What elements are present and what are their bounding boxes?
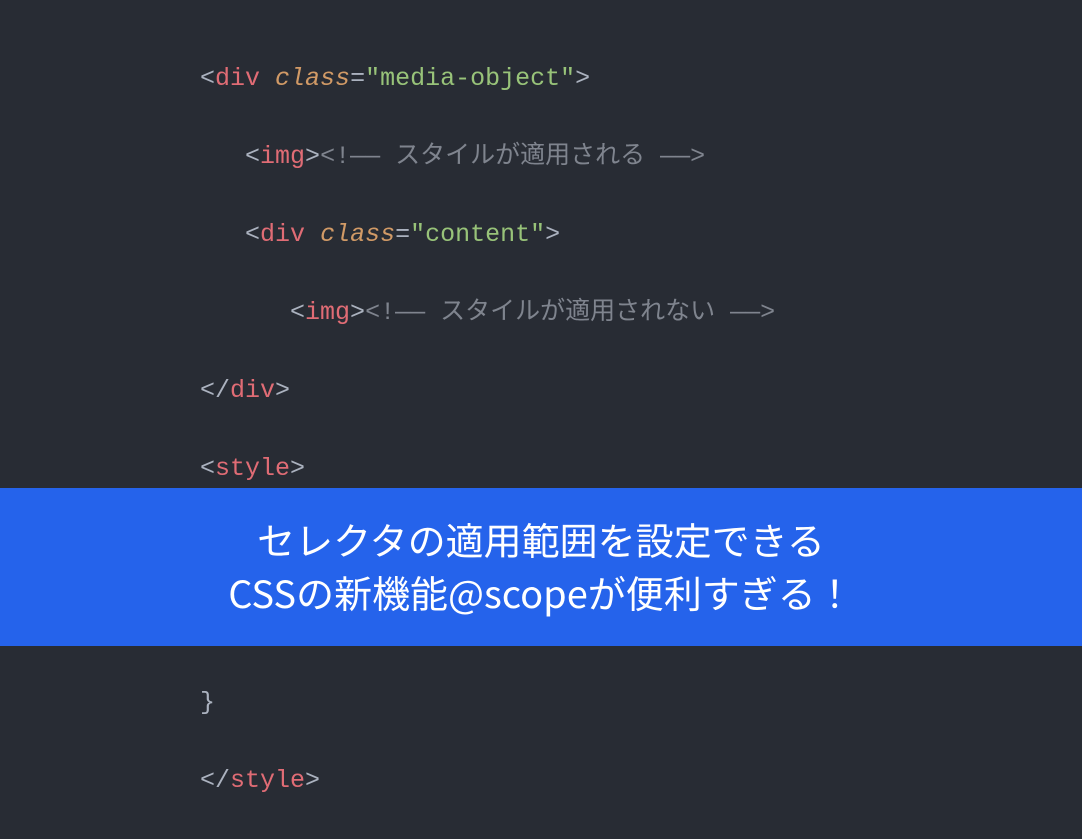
string-value: content (425, 220, 530, 249)
tag-div: div (215, 64, 260, 93)
closing-brace: } (200, 688, 215, 717)
indent (200, 220, 245, 249)
string-quote: " (410, 220, 425, 249)
attr-class: class (275, 64, 350, 93)
bracket-close: > (575, 64, 590, 93)
banner-line-2: CSSの新機能@scopeが便利すぎる！ (20, 565, 1062, 618)
bracket-close: > (305, 142, 320, 171)
bracket-open: </ (200, 766, 230, 795)
bracket-close: > (305, 766, 320, 795)
bracket-open: < (200, 454, 215, 483)
indent (200, 142, 245, 171)
bracket-close: > (350, 298, 365, 327)
bracket-open: < (290, 298, 305, 327)
banner-line-1: セレクタの適用範囲を設定できる (20, 512, 1062, 565)
code-block: <div class="media-object"> <img><!—— スタイ… (0, 0, 1082, 839)
equals: = (350, 64, 365, 93)
comment: <!—— スタイルが適用される ——> (320, 142, 705, 171)
string-quote: " (530, 220, 545, 249)
code-line-1: <div class="media-object"> (200, 59, 1082, 98)
code-line-4: <img><!—— スタイルが適用されない ——> (200, 293, 1082, 332)
string-value: media-object (380, 64, 560, 93)
comment: <!—— スタイルが適用されない ——> (365, 298, 775, 327)
tag-img: img (260, 142, 305, 171)
bracket-open: < (245, 142, 260, 171)
equals: = (395, 220, 410, 249)
tag-img: img (305, 298, 350, 327)
tag-div: div (260, 220, 305, 249)
bracket-close: > (290, 454, 305, 483)
code-line-3: <div class="content"> (200, 215, 1082, 254)
tag-style: style (215, 454, 290, 483)
bracket-open: < (200, 64, 215, 93)
bracket-close: > (275, 376, 290, 405)
code-line-2: <img><!—— スタイルが適用される ——> (200, 137, 1082, 176)
code-line-6: <style> (200, 449, 1082, 488)
indent (200, 298, 290, 327)
tag-div: div (230, 376, 275, 405)
attr-class: class (320, 220, 395, 249)
code-line-5: </div> (200, 371, 1082, 410)
code-line-10: </style> (200, 761, 1082, 800)
string-quote: " (560, 64, 575, 93)
string-quote: " (365, 64, 380, 93)
bracket-open: </ (200, 376, 230, 405)
tag-style: style (230, 766, 305, 795)
bracket-close: > (545, 220, 560, 249)
bracket-open: < (245, 220, 260, 249)
title-banner: セレクタの適用範囲を設定できる CSSの新機能@scopeが便利すぎる！ (0, 488, 1082, 646)
code-line-9: } (200, 683, 1082, 722)
